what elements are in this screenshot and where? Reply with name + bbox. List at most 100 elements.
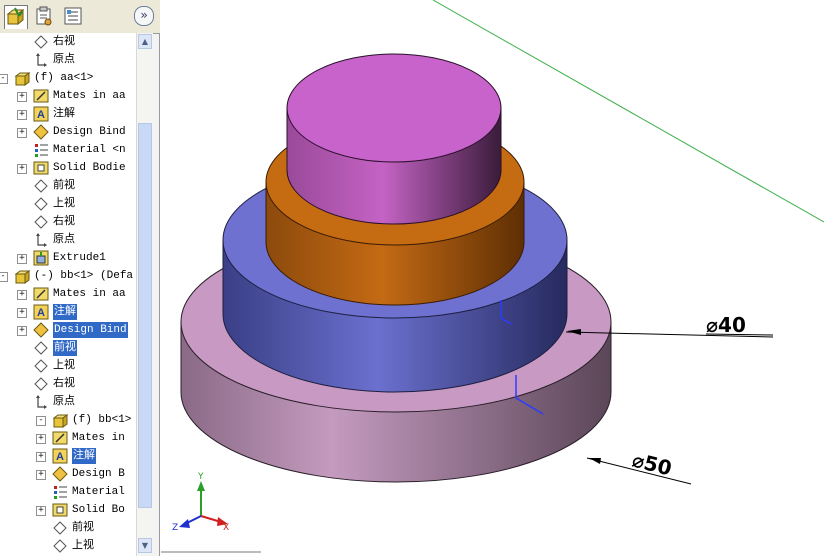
tree-item[interactable]: - (f) aa<1> [0,69,138,87]
feature-tree-icon [6,7,25,26]
tree-item[interactable]: 原点 [0,51,138,69]
tree-item-label: (-) bb<1> (Defa [34,270,134,282]
solid-bodies-icon [52,503,68,517]
tab-property-manager[interactable] [33,5,57,29]
expand-node-button[interactable]: + [36,434,46,444]
plane-icon [34,35,48,49]
tree-item[interactable]: 原点 [0,231,138,249]
tree-item-label: Solid Bodie [53,162,126,174]
origin-icon [36,395,47,409]
expand-node-button[interactable]: + [17,164,27,174]
expand-node-button[interactable]: + [17,92,27,102]
tree-item-label: 原点 [53,396,75,408]
tab-feature-manager[interactable] [4,5,28,29]
tree-item[interactable]: + Design B [0,465,138,483]
expand-node-button[interactable]: + [17,110,27,120]
tree-item[interactable]: 前视 [0,519,138,537]
tree-item[interactable]: - (-) bb<1> (Defa [0,267,138,285]
tree-item-label: 右视 [53,36,75,48]
tree-item-label: 注解 [72,448,96,464]
dimension-d50-label: ⌀50 [630,448,674,481]
tree-item-label: 上视 [53,198,75,210]
cylinder-magenta[interactable] [286,53,502,225]
tree-item-label: 前视 [53,180,75,192]
expand-node-button[interactable]: + [17,308,27,318]
tree-item[interactable]: + Solid Bo [0,501,138,519]
svg-text:A: A [37,109,45,121]
tree-item[interactable]: 上视 [0,537,138,555]
tree-item[interactable]: + Design Bind [0,123,138,141]
tree-item[interactable]: + Design Bind [0,321,138,339]
design-binder-icon [33,322,49,338]
annotation-icon: A [33,304,49,320]
scroll-down-button[interactable]: ▼ [138,538,152,553]
origin-icon [36,233,47,247]
tree-item[interactable]: + A 注解 [0,447,138,465]
collapse-node-button[interactable]: - [0,272,8,282]
part-icon [14,72,30,86]
axis-x-label: X [223,523,229,533]
tree-item[interactable]: + Mates in aa [0,285,138,303]
tree-item[interactable]: Material <n [0,141,138,159]
plane-icon [53,539,67,553]
tree-item[interactable]: - (f) bb<1> [0,411,138,429]
tree-item-label: Extrude1 [53,252,106,264]
expand-node-button[interactable]: + [36,506,46,516]
material-icon [54,486,67,499]
feature-tree: 右视 原点 - (f) aa<1> + Mates in aa + A 注解 + Design Bi… [0,33,138,556]
annotation-icon: A [33,106,49,122]
part-icon [52,414,68,428]
coordinate-triad: Y Z X [172,472,229,533]
tree-item[interactable]: 右视 [0,213,138,231]
graphics-viewport[interactable]: ⌀40 ⌀50 Y Z X [161,0,824,556]
svg-text:A: A [37,307,45,319]
tree-item[interactable]: 原点 [0,393,138,411]
extrude-icon [33,250,49,266]
collapse-node-button[interactable]: - [0,74,8,84]
material-icon [35,144,48,157]
tree-item[interactable]: + Extrude1 [0,249,138,267]
tree-item[interactable]: 前视 [0,339,138,357]
tree-item[interactable]: 上视 [0,195,138,213]
dimension-d40-label: ⌀40 [706,313,746,337]
mates-icon [52,431,68,445]
collapse-node-button[interactable]: - [36,416,46,426]
tree-item-label: Mates in aa [53,288,126,300]
solid-bodies-icon [33,161,49,175]
tree-item-label: 前视 [72,522,94,534]
scroll-up-button[interactable]: ▲ [138,34,152,49]
collapse-panel-button[interactable]: » [134,6,154,26]
tree-item-label: (f) bb<1> [72,414,132,426]
svg-text:A: A [56,451,64,463]
tree-item[interactable]: 前视 [0,177,138,195]
expand-node-button[interactable]: + [36,452,46,462]
tree-item[interactable]: + Mates in aa [0,87,138,105]
dimension-d50[interactable]: ⌀50 [586,448,692,485]
model-view: ⌀40 ⌀50 Y Z X [161,0,824,553]
tree-item-label: 原点 [53,234,75,246]
part-icon [14,270,30,284]
tree-item[interactable]: 右视 [0,375,138,393]
plane-icon [34,197,48,211]
plane-icon [34,215,48,229]
expand-node-button[interactable]: + [17,128,27,138]
tree-item[interactable]: + Mates in [0,429,138,447]
tab-configuration-manager[interactable] [62,5,86,29]
tree-item[interactable]: + Solid Bodie [0,159,138,177]
mates-icon [33,287,49,301]
tree-item[interactable]: 右视 [0,33,138,51]
tree-item-label: Material <n [53,144,126,156]
tree-item-label: Solid Bo [72,504,125,516]
scroll-thumb[interactable] [138,123,152,508]
tree-item-label: Mates in aa [53,90,126,102]
expand-node-button[interactable]: + [17,326,27,336]
tree-item[interactable]: 上视 [0,357,138,375]
tree-item[interactable]: Material [0,483,138,501]
expand-node-button[interactable]: + [36,470,46,480]
axis-z-label: Z [172,523,178,533]
tree-item[interactable]: + A 注解 [0,105,138,123]
expand-node-button[interactable]: + [17,290,27,300]
tree-scrollbar[interactable]: ▲ ▼ [136,33,153,556]
tree-item[interactable]: + A 注解 [0,303,138,321]
expand-node-button[interactable]: + [17,254,27,264]
